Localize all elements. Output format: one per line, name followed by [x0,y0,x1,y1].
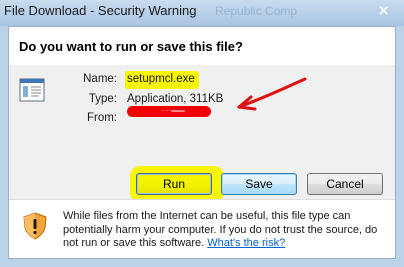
cancel-button[interactable]: Cancel [307,173,383,195]
save-button[interactable]: Save [221,173,297,195]
red-arrow-annotation [237,77,307,111]
window-title: File Download - Security Warning [4,3,197,18]
name-label: Name: [83,73,117,85]
run-button[interactable]: Run [136,173,212,195]
application-file-icon [19,78,45,102]
whats-the-risk-link[interactable]: What's the risk? [207,237,285,249]
dialog-header: Do you want to run or save this file? [9,27,395,66]
file-details-panel: Name: setupmcl.exe Type: Application, 31… [9,65,395,202]
type-label: Type: [88,93,117,105]
dialog-question: Do you want to run or save this file? [19,39,243,54]
warning-text: While files from the Internet can be use… [63,210,388,251]
redacted-source-scribble: ...... [127,103,211,117]
background-window-title: Republic Comp [215,4,298,18]
security-warning-panel: While files from the Internet can be use… [9,199,395,258]
file-download-window: File Download - Security Warning Republi… [0,0,404,267]
from-label: From: [86,112,117,124]
close-icon[interactable]: ✕ [377,2,390,20]
name-value: setupmcl.exe [127,73,195,85]
dialog-client-area: Do you want to run or save this file? Na… [8,26,396,259]
from-value: ...... [161,103,177,113]
title-bar[interactable]: File Download - Security Warning Republi… [0,0,404,26]
security-shield-icon [23,212,47,240]
